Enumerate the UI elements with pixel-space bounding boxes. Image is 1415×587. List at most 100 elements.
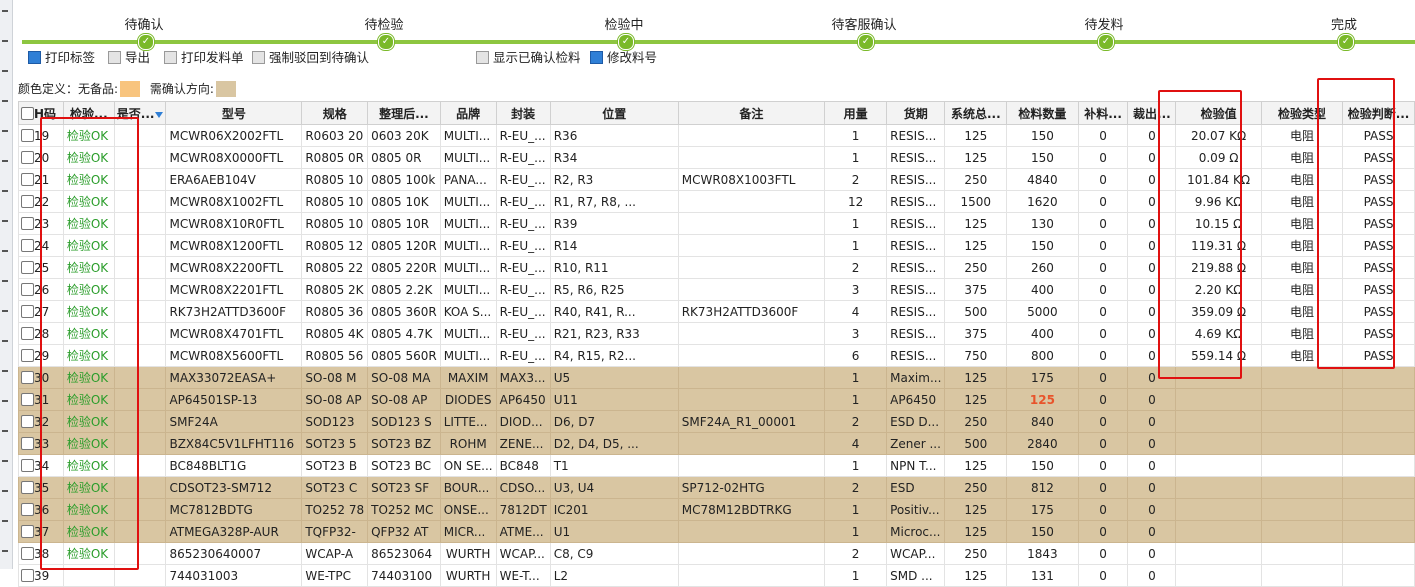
table-row[interactable]: 25 检验OK MCWR08X2200FTL R0805 22 0805 220R MUL… (18, 256, 1415, 279)
cell-system-total: 250 (944, 476, 1008, 499)
cell-text: 0 (1148, 282, 1156, 297)
table-row[interactable]: 21 检验OK ERA6AEB104V R0805 10 0805 100k PANA..… (18, 168, 1415, 191)
col-header-package[interactable]: 封装 (495, 101, 551, 125)
row-checkbox[interactable] (21, 546, 34, 560)
col-header-whether[interactable]: 是否... (113, 101, 167, 125)
cell-model: MAX33072EASA+ (165, 366, 303, 389)
col-header-inspect-value[interactable]: 检验值 (1175, 101, 1262, 125)
row-checkbox[interactable] (21, 150, 34, 164)
col-header-cut[interactable]: 裁出... (1127, 101, 1177, 125)
row-checkbox[interactable] (21, 216, 34, 230)
table-row[interactable]: 33 检验OK BZX84C5V1LFHT116 SOT23 5 SOT23 BZ ROH… (18, 432, 1415, 455)
cell-usage: 2 (824, 256, 888, 279)
row-checkbox[interactable] (21, 172, 34, 186)
cell-inspect-value (1175, 542, 1262, 565)
cell-position: R5, R6, R25 (549, 278, 679, 301)
cell-text: 4 (851, 436, 860, 451)
select-all-checkbox[interactable] (21, 106, 34, 120)
cell-text: 36 (34, 502, 50, 517)
row-checkbox[interactable] (21, 414, 34, 428)
table-row[interactable]: 30 检验OK MAX33072EASA+ SO-08 M SO-08 MA MAXIM M… (18, 366, 1415, 389)
cell-text: 0 (1099, 260, 1107, 275)
col-header-inspect-qty[interactable]: 检料数量 (1006, 101, 1079, 125)
row-checkbox[interactable] (21, 194, 34, 208)
table-row[interactable]: 20 检验OK MCWR08X0000FTL R0805 0R 0805 0R MULTI… (18, 146, 1415, 169)
row-checkbox[interactable] (21, 260, 34, 274)
table-row[interactable]: 29 检验OK MCWR08X5600FTL R0805 56 0805 560R MUL… (18, 344, 1415, 367)
row-checkbox[interactable] (21, 480, 34, 494)
table-row[interactable]: 23 检验OK MCWR08X10R0FTL R0805 10 0805 10R MULT… (18, 212, 1415, 235)
cell-package: R-EU_... (495, 212, 551, 235)
row-checkbox[interactable] (21, 304, 34, 318)
col-header-model[interactable]: 型号 (165, 101, 303, 125)
row-checkbox[interactable] (21, 568, 34, 582)
filter-icon[interactable] (155, 111, 164, 118)
modify-material-button[interactable]: 修改料号 (590, 49, 657, 67)
row-checkbox[interactable] (21, 502, 34, 516)
row-checkbox[interactable] (21, 370, 34, 384)
table-row[interactable]: 34 检验OK BC848BLT1G SOT23 B SOT23 BC ON SE... B… (18, 454, 1415, 477)
cell-position: U11 (549, 388, 679, 411)
cell-text: 131 (1030, 568, 1054, 583)
table-row[interactable]: 38 检验OK 865230640007 WCAP-A 86523064 WURTH WCA… (18, 542, 1415, 565)
cell-spec: R0805 10 (301, 190, 369, 213)
col-header-system-total[interactable]: 系统总... (944, 101, 1008, 125)
cell-text: 1 (851, 238, 860, 253)
row-checkbox[interactable] (21, 436, 34, 450)
cell-inspect-qty: 125 (1006, 388, 1079, 411)
cell-text: ERA6AEB104V (169, 172, 256, 187)
print-issue-sheet-button[interactable]: 打印发料单 (164, 49, 244, 67)
cell-text: 125 (964, 568, 988, 583)
cell-cut: 0 (1127, 476, 1177, 499)
show-confirmed-button[interactable]: 显示已确认检料 (476, 49, 581, 67)
cell-text: R-EU_... (499, 128, 546, 143)
row-checkbox[interactable] (21, 458, 34, 472)
col-header-position[interactable]: 位置 (549, 101, 679, 125)
col-header-inspect-type[interactable]: 检验类型 (1260, 101, 1344, 125)
cell-model: ATMEGA328P-AUR (165, 520, 303, 543)
table-row[interactable]: 28 检验OK MCWR08X4701FTL R0805 4K 0805 4.7K MUL… (18, 322, 1415, 345)
col-header-remark[interactable]: 备注 (677, 101, 826, 125)
row-checkbox[interactable] (21, 238, 34, 252)
table-row[interactable]: 36 检验OK MC7812BDTG TO252 78 TO252 MC ONSE... 7… (18, 498, 1415, 521)
row-checkbox[interactable] (21, 524, 34, 538)
table-row[interactable]: 37 检验OK ATMEGA328P-AUR TQFP32- QFP32 AT MICR.… (18, 520, 1415, 543)
cell-usage: 1 (824, 146, 888, 169)
table-row[interactable]: 35 检验OK CDSOT23-SM712 SOT23 C SOT23 SF BOUR..… (18, 476, 1415, 499)
col-header-supplement[interactable]: 补料... (1077, 101, 1129, 125)
table-row[interactable]: 19 检验OK MCWR06X2002FTL R0603 20 0603 20K MULT… (18, 124, 1415, 147)
export-button[interactable]: 导出 (108, 49, 150, 67)
table-row[interactable]: 31 检验OK AP64501SP-13 SO-08 AP SO-08 AP DIODES… (18, 388, 1415, 411)
table-row[interactable]: 39 744031003 WE-TPC 74403100 WURTH WE-T... L2 1… (18, 564, 1415, 587)
col-header-hcode[interactable]: H码 (18, 101, 64, 125)
cell-usage: 4 (824, 300, 888, 323)
col-header-inspect[interactable]: 检验... (62, 101, 115, 125)
row-checkbox[interactable] (21, 392, 34, 406)
cell-text: 250 (964, 260, 988, 275)
cell-position: D6, D7 (549, 410, 679, 433)
row-checkbox[interactable] (21, 282, 34, 296)
cell-supplement: 0 (1077, 366, 1129, 389)
col-header-spec[interactable]: 规格 (301, 101, 369, 125)
col-header-usage[interactable]: 用量 (824, 101, 888, 125)
cell-cut: 0 (1127, 124, 1177, 147)
cell-hcode: 25 (18, 256, 64, 279)
table-row[interactable]: 32 检验OK SMF24A SOD123 SOD123 S LITTE... DIOD..… (18, 410, 1415, 433)
table-row[interactable]: 24 检验OK MCWR08X1200FTL R0805 12 0805 120R MUL… (18, 234, 1415, 257)
row-checkbox[interactable] (21, 128, 34, 142)
cell-inspect: 检验OK (62, 410, 115, 433)
col-header-category[interactable]: 货期 (886, 101, 946, 125)
cell-inspect: 检验OK (62, 432, 115, 455)
cell-inspect-value (1175, 476, 1262, 499)
cell-text: Zener ... (890, 436, 941, 451)
force-reject-button[interactable]: 强制驳回到待确认 (252, 49, 369, 67)
row-checkbox[interactable] (21, 348, 34, 362)
col-header-inspect-result[interactable]: 检验判断... (1342, 101, 1415, 125)
table-row[interactable]: 27 检验OK RK73H2ATTD3600F R0805 36 0805 360R KO… (18, 300, 1415, 323)
table-row[interactable]: 22 检验OK MCWR08X1002FTL R0805 10 0805 10K MULT… (18, 190, 1415, 213)
print-label-button[interactable]: 打印标签 (28, 49, 95, 67)
col-header-brand[interactable]: 品牌 (439, 101, 497, 125)
table-row[interactable]: 26 检验OK MCWR08X2201FTL R0805 2K 0805 2.2K MUL… (18, 278, 1415, 301)
col-header-sorted[interactable]: 整理后... (367, 101, 441, 125)
row-checkbox[interactable] (21, 326, 34, 340)
